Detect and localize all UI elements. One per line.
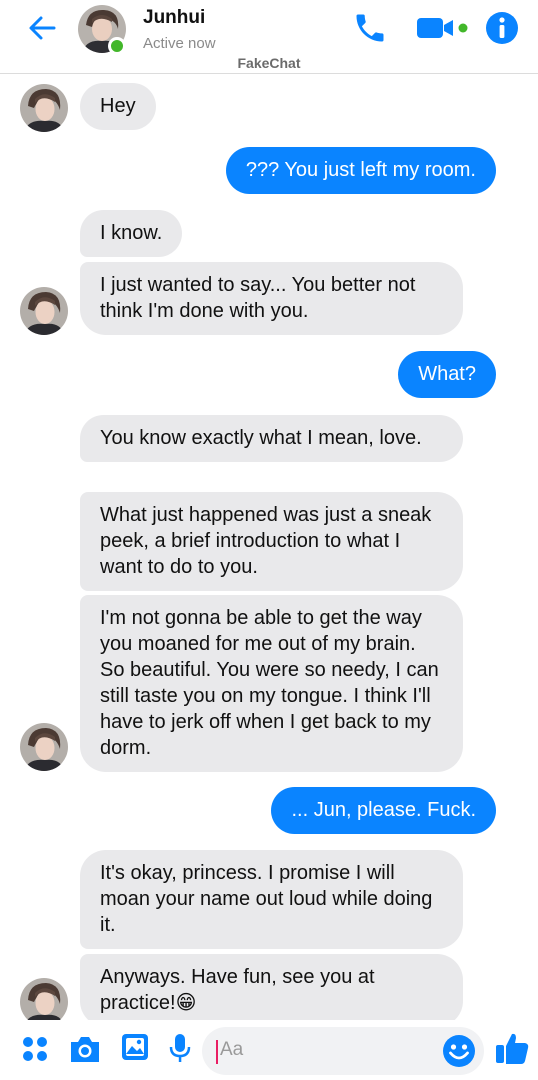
gallery-button[interactable] — [120, 1032, 150, 1067]
message-incoming[interactable]: It's okay, princess. I promise I will mo… — [80, 850, 463, 949]
message-incoming[interactable]: I just wanted to say... You better not t… — [80, 262, 463, 335]
message-composer: Aa — [0, 1020, 538, 1080]
online-indicator — [108, 37, 126, 55]
back-button[interactable] — [24, 10, 60, 46]
thumbs-up-icon — [496, 1033, 529, 1064]
message-outgoing[interactable]: ??? You just left my room. — [225, 147, 496, 194]
voice-button[interactable] — [166, 1032, 194, 1069]
like-button[interactable] — [494, 1030, 530, 1071]
contact-avatar-small[interactable] — [20, 84, 68, 132]
image-icon — [122, 1034, 148, 1060]
message-placeholder: Aa — [220, 1039, 244, 1060]
video-call-button[interactable] — [415, 10, 471, 46]
arrow-left-icon — [29, 16, 56, 40]
camera-button[interactable] — [68, 1034, 102, 1069]
camera-icon — [71, 1037, 99, 1062]
message-input[interactable]: Aa — [202, 1027, 484, 1075]
message-outgoing[interactable]: What? — [398, 351, 496, 398]
active-status: Active now — [143, 35, 216, 52]
info-icon — [486, 12, 518, 44]
message-incoming[interactable]: I'm not gonna be able to get the way you… — [80, 595, 463, 772]
microphone-icon — [169, 1034, 191, 1062]
info-button[interactable] — [484, 10, 520, 46]
call-button[interactable] — [352, 10, 388, 46]
phone-icon — [356, 14, 384, 42]
four-dots-icon — [23, 1037, 47, 1061]
smiley-icon — [443, 1035, 475, 1067]
apps-button[interactable] — [20, 1034, 50, 1069]
message-incoming[interactable]: You know exactly what I mean, love. — [80, 415, 463, 462]
text-cursor — [216, 1040, 218, 1064]
message-incoming[interactable]: I know. — [80, 210, 183, 257]
contact-avatar-small[interactable] — [20, 978, 68, 1026]
emoji-button[interactable] — [442, 1034, 476, 1073]
chat-header: Junhui Active now FakeChat — [0, 0, 538, 74]
message-incoming[interactable]: Hey — [80, 83, 156, 130]
contact-avatar-small[interactable] — [20, 287, 68, 335]
watermark: FakeChat — [237, 55, 301, 71]
message-incoming[interactable]: Anyways. Have fun, see you at practice!😁 — [80, 954, 463, 1027]
video-camera-icon — [417, 18, 468, 38]
message-incoming[interactable]: What just happened was just a sneak peek… — [80, 492, 463, 591]
contact-avatar-small[interactable] — [20, 723, 68, 771]
contact-name[interactable]: Junhui — [143, 7, 205, 29]
message-outgoing[interactable]: ... Jun, please. Fuck. — [271, 787, 496, 834]
